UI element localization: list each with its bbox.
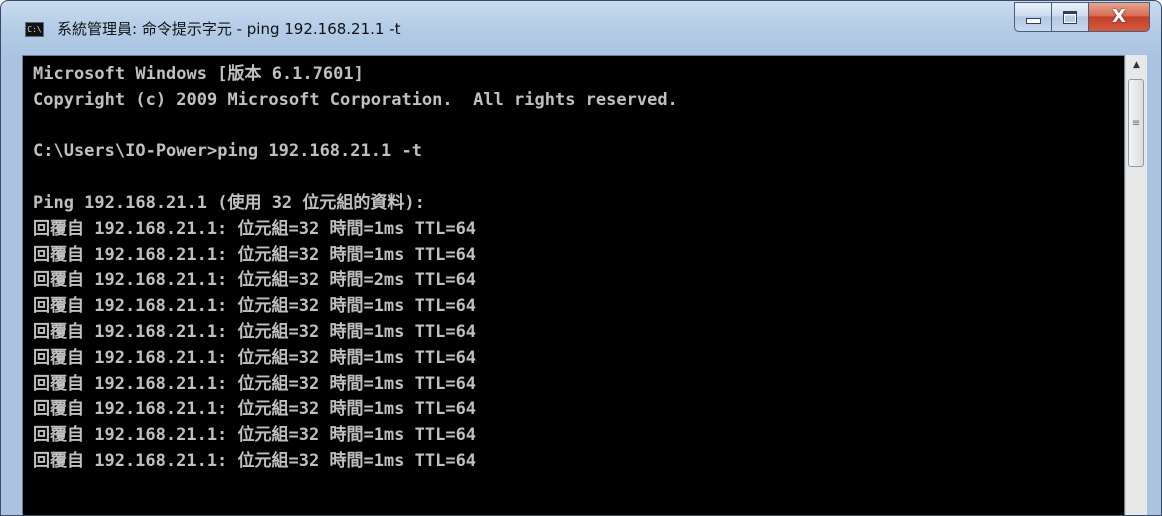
cmd-icon[interactable]: C:\ [25,22,44,37]
window-frame-right [1147,55,1161,515]
maximize-icon [1063,10,1077,24]
console-line: 回覆自 192.168.21.1: 位元組=32 時間=1ms TTL=64 [33,347,477,368]
console-line: 回覆自 192.168.21.1: 位元組=32 時間=1ms TTL=64 [33,399,477,420]
console-line: 回覆自 192.168.21.1: 位元組=32 時間=1ms TTL=64 [33,218,477,239]
console-line: Copyright (c) 2009 Microsoft Corporation… [33,89,678,110]
console-line: 回覆自 192.168.21.1: 位元組=32 時間=1ms TTL=64 [33,373,477,394]
console-line: 回覆自 192.168.21.1: 位元組=32 時間=1ms TTL=64 [33,321,477,342]
window-title: 系統管理員: 命令提示字元 - ping 192.168.21.1 -t [57,20,401,38]
scroll-up-arrow-icon[interactable]: ▲ [1126,55,1147,75]
minimize-button[interactable] [1014,2,1051,32]
console-line: Ping 192.168.21.1 (使用 32 位元組的資料): [33,192,425,213]
title-bar[interactable]: C:\ 系統管理員: 命令提示字元 - ping 192.168.21.1 -t… [1,1,1161,53]
console-line: 回覆自 192.168.21.1: 位元組=32 時間=2ms TTL=64 [33,270,477,291]
console-window: C:\ 系統管理員: 命令提示字元 - ping 192.168.21.1 -t… [0,0,1162,516]
console-line: 回覆自 192.168.21.1: 位元組=32 時間=1ms TTL=64 [33,296,477,317]
console-text: Microsoft Windows [版本 6.1.7601] Copyright… [33,62,678,475]
console-line: 回覆自 192.168.21.1: 位元組=32 時間=1ms TTL=64 [33,244,477,265]
grip-icon: ≡ [1131,117,1141,129]
console-line: 回覆自 192.168.21.1: 位元組=32 時間=1ms TTL=64 [33,425,477,446]
close-icon: X [1112,6,1126,27]
caption-buttons: X [1014,2,1150,32]
close-button[interactable]: X [1088,2,1150,32]
maximize-button[interactable] [1051,2,1088,32]
console-line: Microsoft Windows [版本 6.1.7601] [33,64,364,84]
console-output-area[interactable]: Microsoft Windows [版本 6.1.7601] Copyright… [22,55,1125,515]
scroll-thumb[interactable]: ≡ [1128,79,1144,167]
console-line: 回覆自 192.168.21.1: 位元組=32 時間=1ms TTL=64 [33,450,477,471]
vertical-scrollbar[interactable]: ▲ ≡ [1125,55,1147,515]
minimize-icon [1025,18,1041,24]
console-line: C:\Users\IO-Power>ping 192.168.21.1 -t [33,141,422,162]
